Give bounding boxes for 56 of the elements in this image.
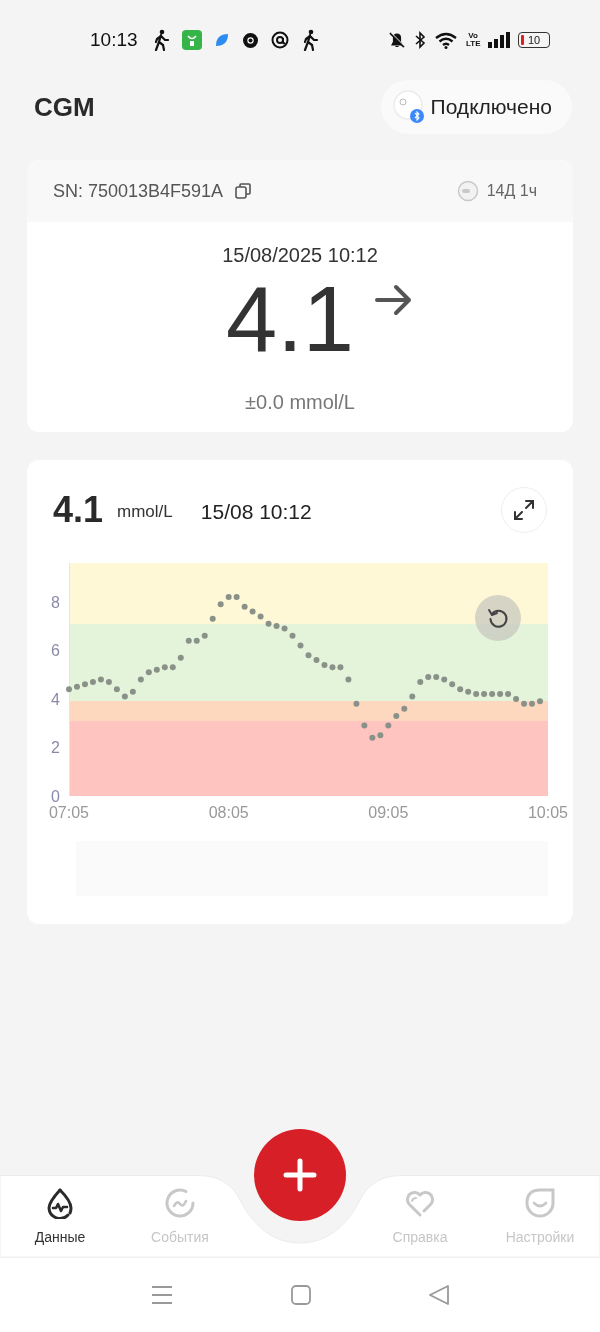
expand-icon	[513, 499, 535, 521]
back-triangle-icon[interactable]	[429, 1285, 449, 1305]
battery-indicator: 10	[518, 32, 550, 48]
nav-tab[interactable]: Данные	[0, 1175, 120, 1258]
data-point	[353, 700, 360, 707]
nav-tab[interactable]: Настройки	[480, 1175, 600, 1258]
sensor-bluetooth-icon	[392, 90, 425, 124]
copy-icon[interactable]	[235, 183, 252, 199]
data-point	[209, 615, 216, 622]
wifi-icon	[434, 31, 458, 49]
data-point	[361, 722, 368, 729]
nav-tab[interactable]: Справка	[360, 1175, 480, 1258]
browser-icon	[241, 31, 259, 49]
app-title: CGM	[34, 91, 95, 123]
shopping-bag-icon	[181, 30, 202, 50]
expand-button[interactable]	[501, 487, 547, 533]
axis-label: 4	[51, 690, 60, 708]
network-type-label: Vo LTE	[466, 32, 480, 48]
sensor-icon	[456, 180, 479, 202]
reading-time: 15/08 10:12	[200, 500, 312, 524]
axis-label: 09:05	[368, 804, 409, 821]
connection-status-button[interactable]: Подключено	[380, 80, 572, 134]
data-point	[385, 722, 392, 729]
sensor-remaining-time: 14Д 1ч	[486, 182, 537, 200]
glucose-value: 4.1	[226, 271, 354, 367]
bluetooth-icon	[414, 31, 426, 49]
data-point	[345, 676, 352, 683]
reset-icon	[487, 607, 509, 629]
axis-label: 08:05	[208, 804, 249, 821]
axis-label: 8	[51, 593, 60, 611]
axis-label: 2	[51, 739, 60, 757]
plus-icon	[283, 1158, 317, 1192]
muted-bell-icon	[388, 31, 406, 49]
menu-icon[interactable]	[151, 1285, 173, 1305]
smile-icon	[524, 1187, 556, 1219]
serial-number: SN: 750013B4F591A	[53, 180, 224, 202]
reading-timestamp: 15/08/2025 10:12	[222, 244, 378, 267]
data-point	[409, 693, 416, 700]
axis-label: 10:05	[528, 804, 568, 821]
unit-label: mmol/L	[117, 502, 173, 522]
leaf-icon	[213, 32, 230, 48]
signal-bars-icon	[488, 32, 510, 48]
glucose-value: 4.1	[53, 489, 104, 531]
at-sign-icon	[270, 31, 289, 49]
data-point	[66, 686, 72, 693]
home-square-icon[interactable]	[291, 1285, 311, 1305]
glucose-change: ±0.0 mmol/L	[245, 391, 355, 414]
right-arrow-icon	[373, 283, 414, 317]
axis-label: 0	[51, 788, 60, 805]
data-point	[177, 654, 184, 661]
clock: 10:13	[90, 29, 138, 51]
nav-tab[interactable]: События	[120, 1175, 240, 1258]
axis-label: 07:05	[49, 804, 89, 821]
axis-label: 6	[51, 642, 60, 660]
data-point	[297, 642, 304, 649]
wave-circle-icon	[164, 1187, 196, 1219]
